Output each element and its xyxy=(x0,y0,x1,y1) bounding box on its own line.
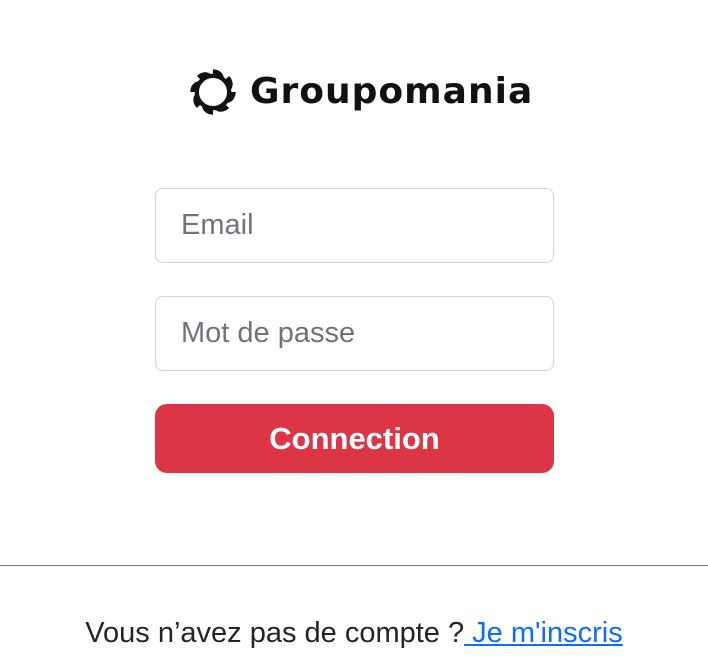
brand-name: Groupomania xyxy=(250,71,534,112)
connection-button[interactable]: Connection xyxy=(155,404,554,473)
section-divider xyxy=(0,565,708,566)
signup-link[interactable]: Je m'inscris xyxy=(464,617,623,649)
login-page: Groupomania Connection Vous n’avez pas d… xyxy=(0,0,708,661)
signup-prompt-text: Vous n’avez pas de compte ? xyxy=(85,617,465,649)
groupomania-logo-icon xyxy=(190,69,236,115)
signup-prompt: Vous n’avez pas de compte ? Je m'inscris xyxy=(0,614,708,652)
email-field[interactable] xyxy=(155,188,554,263)
password-field[interactable] xyxy=(155,296,554,371)
brand-header: Groupomania xyxy=(186,64,533,120)
